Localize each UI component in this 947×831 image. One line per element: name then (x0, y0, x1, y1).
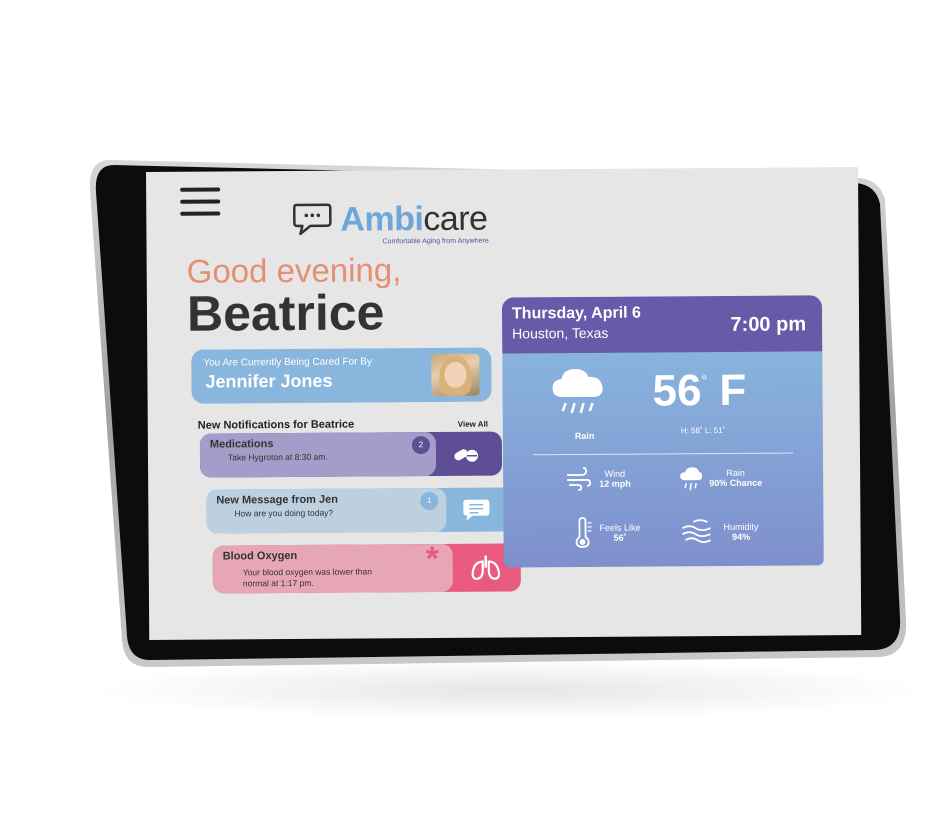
app-logo: Ambicare Comfortable Aging from Anywhere (290, 199, 530, 245)
notification-count-badge: 2 (411, 436, 430, 455)
rain-stat: Rain 90% Chance (709, 468, 762, 488)
humidity-label: Humidity (723, 521, 759, 532)
notification-body: Medications Take Hygroton at 8:30 am. 2 (199, 431, 437, 478)
wind-icon (567, 467, 592, 491)
alert-asterisk-icon: * (425, 543, 440, 579)
chat-bubble-icon (293, 203, 332, 236)
thermometer-icon (575, 517, 592, 548)
caregiver-card[interactable]: You Are Currently Being Cared For By Jen… (191, 347, 492, 404)
brand-name: Ambicare (340, 199, 488, 239)
notification-title: Blood Oxygen (222, 549, 298, 563)
notification-medications[interactable]: Medications Take Hygroton at 8:30 am. 2 (199, 431, 503, 478)
feels-like-stat: Feels Like 56˚ (599, 523, 640, 543)
weather-divider (532, 452, 793, 456)
notification-count-badge: 1 (420, 491, 439, 511)
notification-body: Blood Oxygen Your blood oxygen was lower… (212, 543, 453, 594)
humidity-icon (682, 519, 712, 544)
notification-body: New Message from Jen How are you doing t… (206, 487, 447, 534)
user-name: Beatrice (186, 284, 385, 342)
caregiver-name: Jennifer Jones (205, 370, 333, 392)
humidity-value: 94% (732, 531, 751, 542)
wind-value: 12 mph (599, 478, 631, 489)
brand-tagline: Comfortable Aging from Anywhere (382, 237, 489, 246)
notification-blood-oxygen[interactable]: Blood Oxygen Your blood oxygen was lower… (212, 543, 521, 594)
wind-label: Wind (604, 468, 626, 479)
feels-like-label: Feels Like (599, 522, 641, 533)
pills-icon (454, 449, 478, 462)
notification-title: New Message from Jen (216, 493, 338, 507)
caregiver-label: You Are Currently Being Cared For By (203, 356, 372, 369)
weather-high-low: H: 58˚ L: 51˚ (680, 425, 726, 436)
weather-card: Thursday, April 6 Houston, Texas 7:00 pm… (501, 295, 824, 568)
lungs-icon (471, 555, 501, 580)
notification-message[interactable]: New Message from Jen How are you doing t… (206, 487, 513, 534)
notification-subtitle: Take Hygroton at 8:30 am. (227, 451, 328, 463)
weather-temperature: 56° F (652, 365, 747, 416)
humidity-stat: Humidity 94% (723, 522, 758, 542)
caregiver-avatar (431, 353, 480, 397)
wind-stat: Wind 12 mph (599, 469, 631, 489)
notification-subtitle: Your blood oxygen was lower than normal … (242, 566, 373, 589)
rain-cloud-icon (552, 369, 603, 414)
weather-date: Thursday, April 6 (511, 304, 641, 323)
notification-title: Medications (209, 438, 274, 451)
app-screen: Ambicare Comfortable Aging from Anywhere… (146, 167, 862, 640)
rain-value: 90% Chance (709, 477, 763, 489)
weather-header: Thursday, April 6 Houston, Texas 7:00 pm (501, 295, 823, 354)
message-icon (463, 499, 490, 521)
menu-icon[interactable] (180, 187, 221, 217)
feels-like-value: 56˚ (613, 532, 627, 543)
weather-location: Houston, Texas (512, 324, 609, 342)
rain-label: Rain (726, 467, 745, 478)
rain-icon (680, 467, 703, 491)
weather-time: 7:00 pm (730, 313, 807, 336)
tablet-device: Ambicare Comfortable Aging from Anywhere… (0, 0, 947, 831)
weather-condition: Rain (574, 430, 595, 442)
notification-subtitle: How are you doing today? (234, 507, 334, 519)
view-all-link[interactable]: View All (458, 420, 488, 429)
notifications-heading: New Notifications for Beatrice (197, 418, 355, 432)
